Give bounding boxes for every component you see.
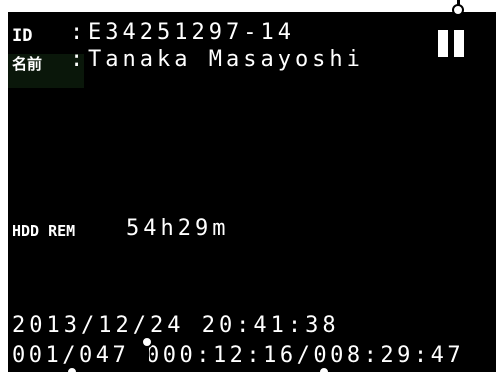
id-separator: : xyxy=(70,20,84,45)
name-value: Tanaka Masayoshi xyxy=(88,47,364,72)
name-separator: : xyxy=(70,47,84,72)
hdd-rem-value: 54h29m xyxy=(126,216,230,241)
name-label: 名前 xyxy=(12,55,43,73)
hdd-rem-label: HDD REM xyxy=(12,222,76,240)
callout-marker-pause xyxy=(452,4,464,16)
recording-datetime: 2013/12/24 20:41:38 xyxy=(12,313,340,338)
counter-line: 001/047 000:12:16/008:29:47 xyxy=(12,343,465,368)
recorder-screen: ID : E34251297-14 名前 : Tanaka Masayoshi … xyxy=(8,12,496,372)
id-value: E34251297-14 xyxy=(88,20,295,45)
screenshot-frame: ID : E34251297-14 名前 : Tanaka Masayoshi … xyxy=(0,0,496,372)
id-label: ID xyxy=(12,26,33,46)
callout-marker-total xyxy=(318,366,330,372)
callout-marker-counter xyxy=(141,336,153,348)
callout-marker-index xyxy=(66,366,78,372)
